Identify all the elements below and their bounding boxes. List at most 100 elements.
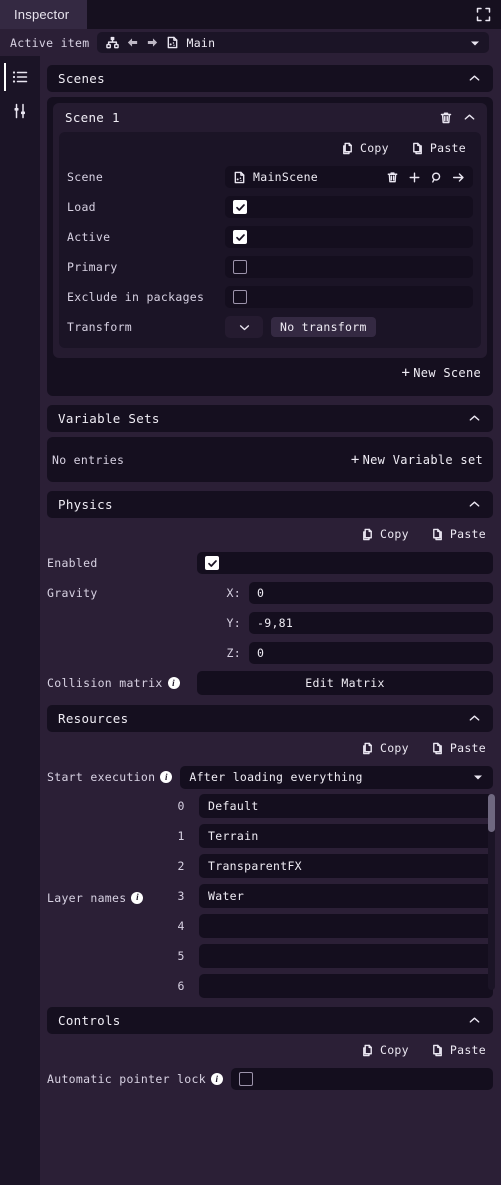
chevron-up-icon[interactable]	[468, 498, 481, 511]
primary-row: Primary	[67, 254, 473, 280]
new-variable-set-button[interactable]: + New Variable set	[351, 453, 483, 467]
exclude-field[interactable]	[225, 286, 473, 308]
copy-label: Copy	[379, 741, 409, 755]
active-checkbox[interactable]	[233, 230, 247, 244]
paste-button[interactable]: Paste	[431, 741, 486, 755]
tab-inspector[interactable]: Inspector	[0, 0, 88, 29]
paste-label: Paste	[429, 141, 466, 155]
chevron-up-icon[interactable]	[468, 1014, 481, 1027]
layer-list-scrollbar-thumb[interactable]	[488, 794, 495, 832]
copy-button[interactable]: Copy	[361, 741, 409, 755]
primary-label: Primary	[67, 260, 118, 274]
active-item-field[interactable]: Main	[97, 32, 489, 53]
paste-button[interactable]: Paste	[431, 1043, 486, 1057]
arrow-left-icon[interactable]	[126, 36, 139, 49]
list-item: 2 TransparentFX	[175, 854, 493, 878]
info-icon[interactable]: i	[131, 891, 144, 904]
scene-asset-field[interactable]: MainScene	[225, 166, 473, 188]
copy-button[interactable]: Copy	[341, 141, 389, 155]
chevron-up-icon[interactable]	[468, 72, 481, 85]
load-label: Load	[67, 200, 96, 214]
layer-input[interactable]	[199, 944, 493, 968]
primary-field[interactable]	[225, 256, 473, 278]
physics-enabled-checkbox[interactable]	[205, 556, 219, 570]
gravity-z-tag: Z:	[226, 646, 241, 660]
trash-icon[interactable]	[386, 171, 399, 184]
layer-input[interactable]	[199, 974, 493, 998]
active-field[interactable]	[225, 226, 473, 248]
gravity-z-input[interactable]: 0	[249, 642, 493, 664]
layer-list-scrollbar[interactable]	[488, 794, 495, 990]
section-header-variable-sets[interactable]: Variable Sets	[47, 405, 493, 432]
scene-asset-icon	[233, 171, 246, 184]
chevron-up-icon[interactable]	[468, 712, 481, 725]
active-item-label: Active item	[10, 35, 90, 50]
automatic-pointer-lock-field[interactable]	[230, 1068, 493, 1090]
chevron-down-icon	[472, 771, 484, 783]
section-header-resources[interactable]: Resources	[47, 705, 493, 732]
inspector-body: Scenes Scene 1 Copy Paste Scene MainScen…	[0, 56, 501, 1185]
paste-icon	[431, 742, 444, 755]
arrow-right-icon[interactable]	[452, 171, 465, 184]
layer-input[interactable]: Default	[199, 794, 493, 818]
scene-field-actions	[386, 171, 465, 184]
edit-matrix-button[interactable]: Edit Matrix	[197, 671, 493, 695]
layer-input[interactable]: Terrain	[199, 824, 493, 848]
arrow-right-icon[interactable]	[146, 36, 159, 49]
gravity-x-tag: X:	[226, 586, 241, 600]
section-title-variable-sets: Variable Sets	[58, 411, 160, 426]
hierarchy-icon[interactable]	[106, 36, 120, 49]
copy-button[interactable]: Copy	[361, 527, 409, 541]
scene-asset-value: MainScene	[253, 170, 319, 184]
transform-label: Transform	[67, 320, 133, 334]
info-icon[interactable]: i	[167, 677, 180, 689]
scene-field-row: Scene MainScene	[67, 164, 473, 190]
tab-inspector-label: Inspector	[14, 7, 70, 22]
trash-icon[interactable]	[439, 111, 453, 125]
exclude-label: Exclude in packages	[67, 290, 205, 304]
paste-button[interactable]: Paste	[411, 141, 466, 155]
copy-icon	[361, 742, 374, 755]
primary-checkbox[interactable]	[233, 260, 247, 274]
chevron-up-icon[interactable]	[463, 111, 476, 124]
layer-input[interactable]	[199, 914, 493, 938]
layer-input[interactable]: Water	[199, 884, 493, 908]
active-item-value: Main	[186, 35, 216, 50]
gravity-y-input[interactable]: -9,81	[249, 612, 493, 634]
gravity-x-input[interactable]: 0	[249, 582, 493, 604]
transform-expand-button[interactable]	[225, 316, 263, 338]
layer-names-label: Layer names	[47, 890, 127, 905]
expand-fullscreen-icon[interactable]	[473, 0, 501, 29]
paste-button[interactable]: Paste	[431, 527, 486, 541]
physics-enabled-field[interactable]	[197, 552, 493, 574]
new-scene-button[interactable]: + New Scene	[402, 366, 481, 380]
sidebar-item-settings-sliders[interactable]	[0, 94, 40, 128]
scene-file-icon	[166, 36, 179, 49]
layer-input[interactable]: TransparentFX	[199, 854, 493, 878]
list-item: 4	[175, 914, 493, 938]
new-variable-set-label: New Variable set	[362, 452, 483, 467]
info-icon[interactable]: i	[160, 771, 173, 783]
edit-matrix-label: Edit Matrix	[305, 676, 385, 690]
search-icon[interactable]	[430, 171, 443, 184]
chevron-up-icon[interactable]	[468, 412, 481, 425]
start-execution-dropdown[interactable]: After loading everything	[180, 765, 493, 789]
gravity-x-row: Gravity X: 0	[47, 580, 493, 606]
copy-icon	[341, 142, 354, 155]
exclude-checkbox[interactable]	[233, 290, 247, 304]
plus-icon[interactable]	[408, 171, 421, 184]
sidebar-item-properties-list[interactable]	[0, 60, 40, 94]
collision-matrix-label-group: Collision matrix i	[47, 676, 189, 690]
automatic-pointer-lock-checkbox[interactable]	[238, 1072, 253, 1086]
load-checkbox[interactable]	[233, 200, 247, 214]
physics-copy-paste-row: Copy Paste	[47, 522, 493, 546]
load-field[interactable]	[225, 196, 473, 218]
section-header-controls[interactable]: Controls	[47, 1007, 493, 1034]
section-header-physics[interactable]: Physics	[47, 491, 493, 518]
chevron-down-icon[interactable]	[469, 37, 481, 49]
copy-button[interactable]: Copy	[361, 1043, 409, 1057]
section-header-scenes[interactable]: Scenes	[47, 65, 493, 92]
list-item: 1 Terrain	[175, 824, 493, 848]
info-icon[interactable]: i	[210, 1073, 223, 1085]
copy-icon	[361, 1044, 374, 1057]
